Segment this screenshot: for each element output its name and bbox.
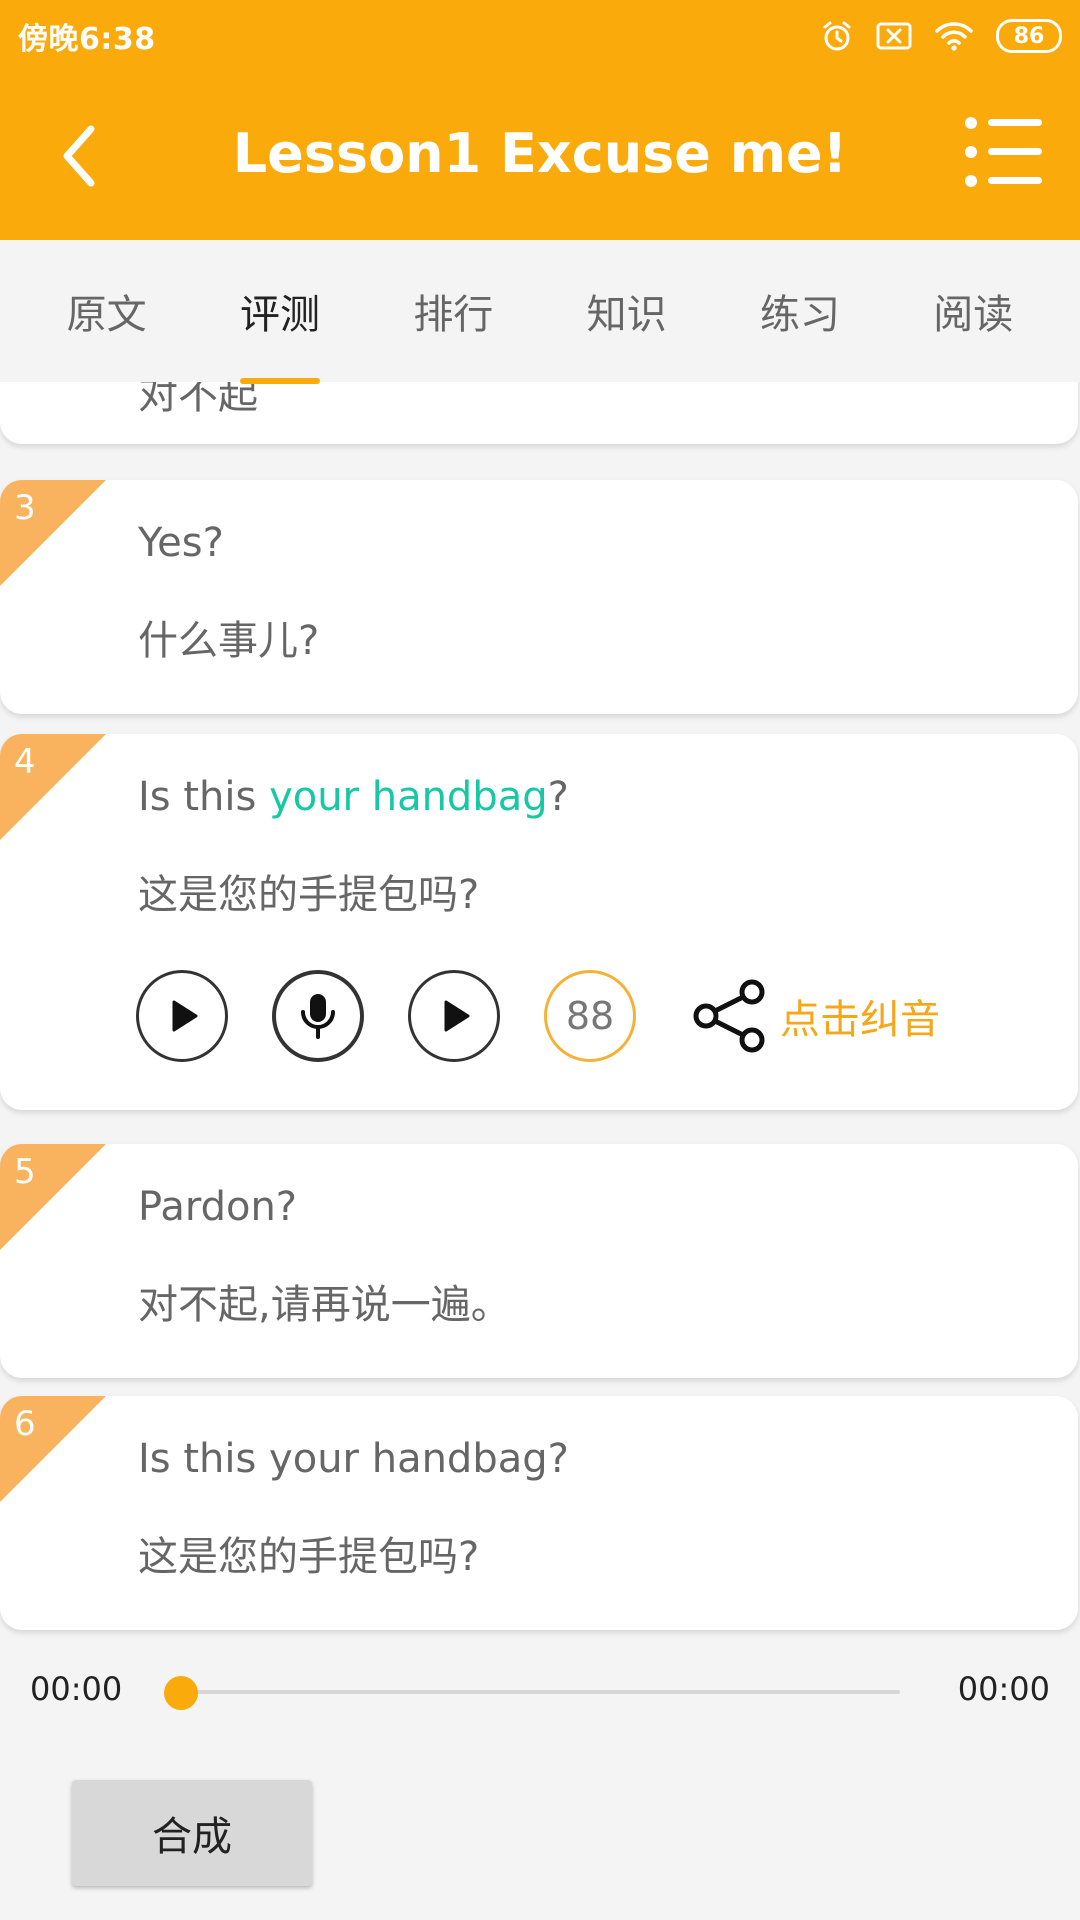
app-bar: 傍晚6:38 86 Lesson1 Excuse me! [0,0,1080,240]
share-icon [693,979,765,1053]
tab-bar: 原文 评测 排行 知识 练习 阅读 [0,240,1080,384]
sentence-english: Is this your handbag? [138,774,569,820]
tab-knowledge[interactable]: 知识 [587,272,667,350]
synthesize-button[interactable]: 合成 [72,1780,312,1886]
tab-reading[interactable]: 阅读 [933,272,1013,350]
title-bar: Lesson1 Excuse me! [0,72,1080,240]
tab-label: 原文 [66,292,147,338]
sentence-text: ? [547,774,569,820]
microphone-icon [301,994,335,1039]
current-time: 00:00 [30,1670,123,1708]
sentence-chinese: 这是您的手提包吗? [138,872,480,918]
status-bar: 傍晚6:38 86 [0,0,1080,72]
sentence-chinese: 对不起,请再说一遍。 [138,1282,511,1328]
score-badge: 88 [544,970,636,1062]
sentence-card[interactable]: 对不起 [0,382,1078,444]
sentence-card[interactable]: 6 Is this your handbag? 这是您的手提包吗? [0,1396,1078,1630]
tab-original[interactable]: 原文 [67,272,147,350]
play-recording-button[interactable] [408,970,500,1062]
sentence-english: Pardon? [138,1184,298,1230]
record-button[interactable] [272,970,364,1062]
sentence-number: 6 [14,1404,36,1444]
sentence-english: Is this your handbag? [138,1436,569,1482]
sentence-card-active[interactable]: 4 Is this your handbag? 这是您的手提包吗? 88 点击纠… [0,734,1078,1110]
tab-label: 评测 [239,292,320,338]
status-time: 傍晚6:38 [18,22,156,57]
evaluation-actions: 88 点击纠音 [136,966,940,1066]
sentence-number: 4 [14,742,36,782]
progress-thumb[interactable] [164,1676,198,1710]
tab-label: 排行 [413,292,494,338]
play-icon [172,1000,198,1032]
no-sim-icon [876,21,912,51]
share-button[interactable] [690,978,770,1054]
progress-track[interactable] [180,1690,900,1694]
tab-evaluation[interactable]: 评测 [239,272,320,384]
pronunciation-correct-link[interactable]: 点击纠音 [780,987,940,1045]
tab-practice[interactable]: 练习 [760,272,840,350]
play-icon [444,1000,470,1032]
audio-player: 00:00 00:00 [0,1646,1080,1736]
sentence-card[interactable]: 3 Yes? 什么事儿? [0,480,1078,714]
play-original-button[interactable] [136,970,228,1062]
sentence-number: 5 [14,1152,36,1192]
sentence-text: Is this [138,774,270,820]
app-screen: 傍晚6:38 86 Lesson1 Excuse me! 原文 评测 排行 知识… [0,0,1080,1920]
menu-button[interactable] [964,112,1044,192]
battery-icon: 86 [996,19,1062,53]
tab-label: 知识 [586,292,667,338]
list-menu-icon [965,117,1042,187]
sentence-chinese: 什么事儿? [138,618,320,664]
tab-ranking[interactable]: 排行 [413,272,493,350]
wifi-icon [934,20,974,52]
total-time: 00:00 [957,1670,1050,1708]
page-title: Lesson1 Excuse me! [232,122,848,185]
sentence-english: Yes? [138,520,224,566]
sentence-chinese: 对不起 [138,382,258,418]
alarm-icon [820,19,854,53]
tab-label: 练习 [759,292,840,338]
tab-indicator [239,378,320,384]
sentence-chinese: 这是您的手提包吗? [138,1534,480,1580]
status-icons: 86 [820,19,1062,53]
sentence-card[interactable]: 5 Pardon? 对不起,请再说一遍。 [0,1144,1078,1378]
sentence-list: 对不起 3 Yes? 什么事儿? 4 Is this your handbag?… [0,382,1080,1646]
highlighted-phrase: your handbag [269,774,548,820]
sentence-number: 3 [14,488,36,528]
tab-label: 阅读 [933,292,1014,338]
